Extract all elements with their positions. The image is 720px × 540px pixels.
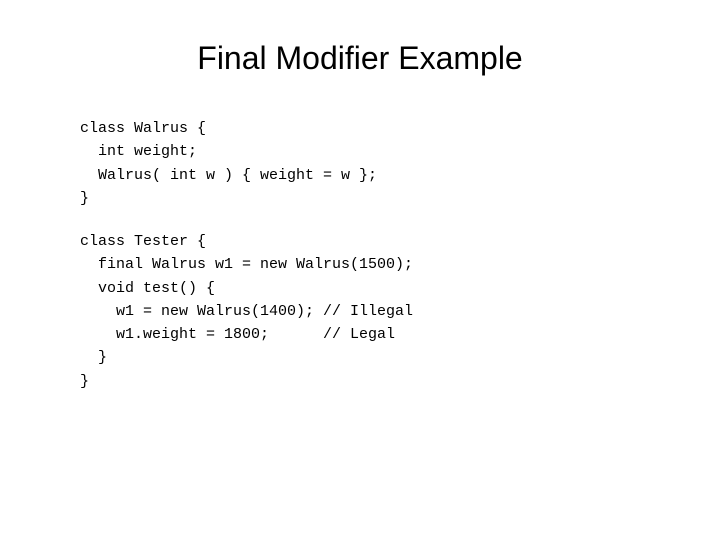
slide-title: Final Modifier Example — [197, 40, 522, 77]
code-section-1: class Walrus { int weight; Walrus( int w… — [80, 117, 660, 210]
code-line-1-4: } — [80, 187, 660, 210]
code-line-2-6: } — [80, 346, 660, 369]
code-line-2-4: w1 = new Walrus(1400); // Illegal — [80, 300, 660, 323]
code-line-1-3: Walrus( int w ) { weight = w }; — [80, 164, 660, 187]
code-section-2: class Tester { final Walrus w1 = new Wal… — [80, 230, 660, 393]
code-line-2-7: } — [80, 370, 660, 393]
code-line-1-1: class Walrus { — [80, 117, 660, 140]
code-line-2-2: final Walrus w1 = new Walrus(1500); — [80, 253, 660, 276]
slide: Final Modifier Example class Walrus { in… — [0, 0, 720, 540]
code-line-2-1: class Tester { — [80, 230, 660, 253]
code-line-2-3: void test() { — [80, 277, 660, 300]
code-line-2-5: w1.weight = 1800; // Legal — [80, 323, 660, 346]
code-block: class Walrus { int weight; Walrus( int w… — [60, 117, 660, 413]
code-line-1-2: int weight; — [80, 140, 660, 163]
